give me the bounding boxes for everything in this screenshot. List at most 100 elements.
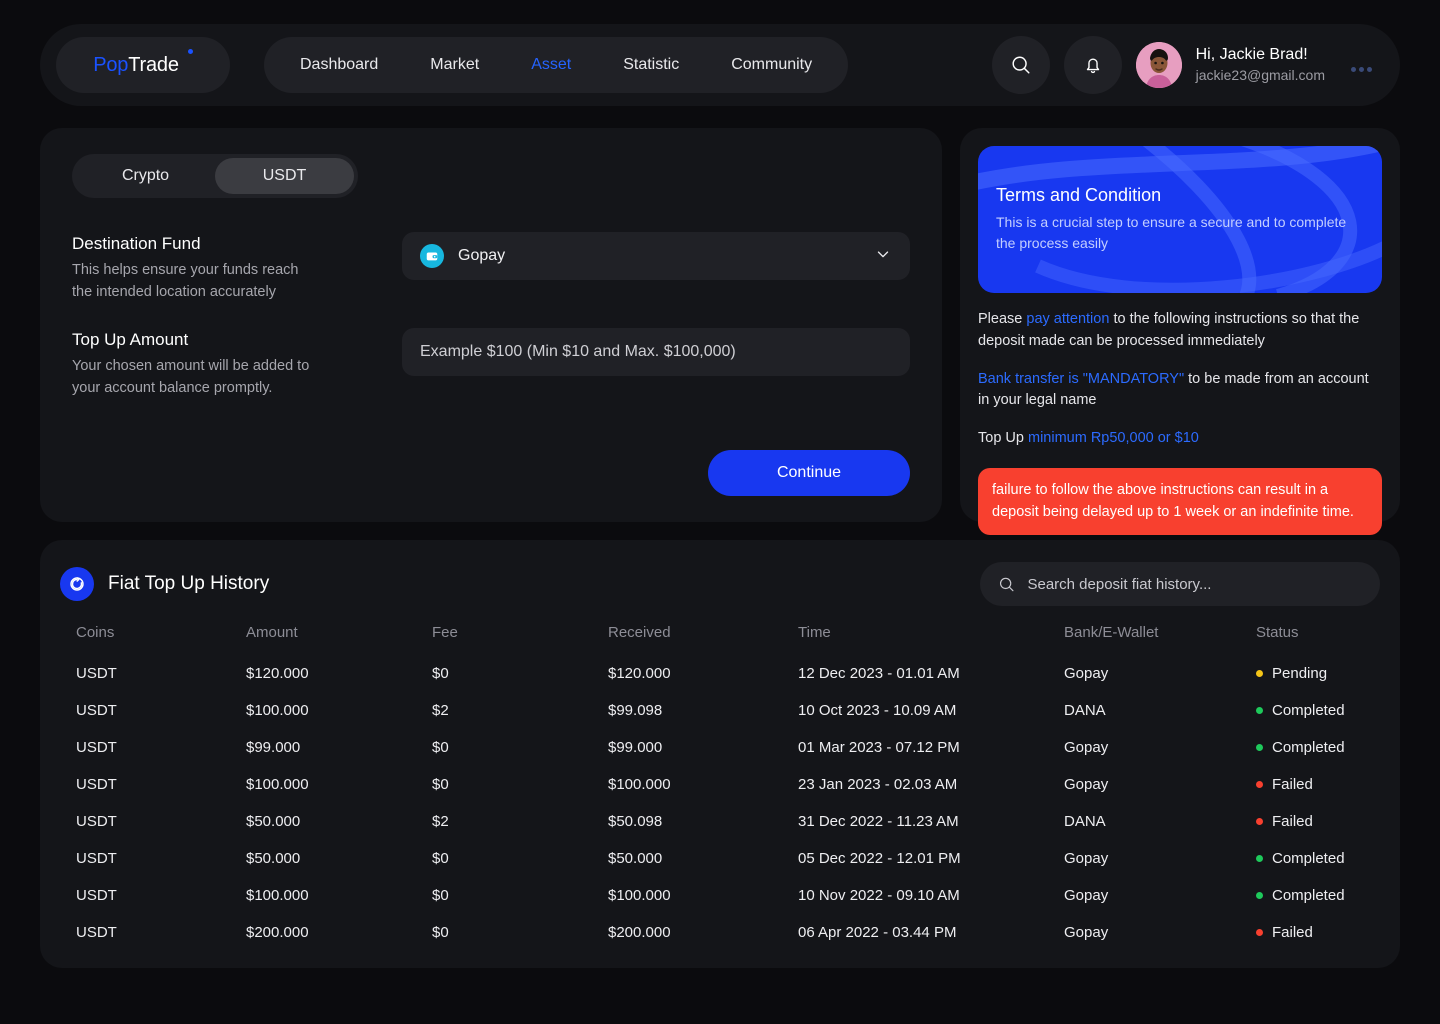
topup-amount-row: Top Up Amount Your chosen amount will be…: [72, 327, 910, 400]
destination-fund-title: Destination Fund: [72, 234, 201, 253]
cell-bank: Gopay: [1064, 850, 1109, 867]
top-navbar: PopTrade Dashboard Market Asset Statisti…: [40, 24, 1400, 106]
cell-received: $99.098: [608, 702, 663, 719]
cell-time: 05 Dec 2022 - 12.01 PM: [798, 850, 961, 867]
cell-time: 06 Apr 2022 - 03.44 PM: [798, 924, 957, 941]
refresh-glyph-icon: [70, 577, 84, 591]
status-label: Failed: [1272, 813, 1313, 830]
status-label: Pending: [1272, 665, 1328, 682]
topup-form-card: Crypto USDT Destination Fund This helps …: [40, 128, 942, 522]
status-dot-icon: [1256, 780, 1263, 788]
cell-fee: $0: [432, 665, 449, 682]
status-dot-icon: [1256, 928, 1263, 936]
topup-amount-input[interactable]: [420, 342, 892, 361]
status-label: Completed: [1272, 850, 1345, 867]
destination-fund-label-group: Destination Fund This helps ensure your …: [72, 232, 402, 304]
status-badge: Completed: [1256, 692, 1382, 729]
status-dot-icon: [1256, 743, 1263, 751]
terms-instruction-1-a: Please: [978, 311, 1027, 327]
table-row[interactable]: USDT $50.000 $2 $50.098 31 Dec 2022 - 11.23 …: [58, 803, 1382, 840]
search-button[interactable]: [991, 36, 1050, 94]
table-row[interactable]: USDT $120.000 $0 $120.000 12 Dec 2023 - 01.0…: [58, 655, 1382, 692]
status-badge: Completed: [1256, 840, 1382, 877]
cell-coin: USDT: [76, 702, 117, 719]
tab-crypto[interactable]: Crypto: [76, 158, 215, 194]
history-search-input[interactable]: [1027, 575, 1362, 593]
history-search-box[interactable]: [980, 562, 1380, 606]
cell-coin: USDT: [76, 850, 117, 867]
cell-fee: $0: [432, 776, 449, 793]
column-header-time: Time: [798, 624, 831, 641]
cell-coin: USDT: [76, 739, 117, 756]
cell-coin: USDT: [76, 887, 117, 904]
nav-item-dashboard[interactable]: Dashboard: [278, 46, 400, 84]
logo[interactable]: PopTrade: [56, 37, 230, 93]
tab-usdt[interactable]: USDT: [215, 158, 354, 194]
table-row[interactable]: USDT $100.000 $0 $100.000 10 Nov 2022 - 09.1…: [58, 877, 1382, 914]
cell-bank: Gopay: [1064, 776, 1109, 793]
nav-item-market[interactable]: Market: [408, 46, 501, 84]
destination-fund-row: Destination Fund This helps ensure your …: [72, 232, 910, 304]
terms-banner-subtitle: This is a crucial step to ensure a secur…: [996, 214, 1347, 251]
continue-button[interactable]: Continue: [708, 450, 910, 496]
warning-banner: failure to follow the above instructions…: [978, 467, 1382, 536]
more-options-icon[interactable]: [1351, 66, 1372, 72]
column-header-bank: Bank/E-Wallet: [1064, 624, 1159, 641]
table-row[interactable]: USDT $200.000 $0 $200.000 06 Apr 2022 - 03.4…: [58, 914, 1382, 951]
table-row[interactable]: USDT $99.000 $0 $99.000 01 Mar 2023 - 07.12 …: [58, 729, 1382, 766]
status-dot-icon: [1256, 817, 1263, 825]
notifications-button[interactable]: [1063, 36, 1122, 94]
logo-text-pop: Pop: [93, 53, 129, 76]
bank-transfer-mandatory-link[interactable]: Bank transfer is "MANDATORY": [978, 371, 1184, 387]
cell-coin: USDT: [76, 924, 117, 941]
status-label: Failed: [1272, 924, 1313, 941]
status-dot-icon: [1256, 854, 1263, 862]
destination-fund-select[interactable]: Gopay: [402, 232, 910, 280]
nav-item-asset[interactable]: Asset: [509, 46, 593, 84]
avatar: [1135, 42, 1182, 88]
cell-time: 10 Nov 2022 - 09.10 AM: [798, 887, 960, 904]
cell-bank: Gopay: [1064, 924, 1109, 941]
status-dot-icon: [1256, 669, 1263, 677]
column-header-amount: Amount: [246, 624, 298, 641]
cell-coin: USDT: [76, 813, 117, 830]
history-table: Coins Amount Fee Received Time Bank/E-Wa…: [58, 624, 1382, 951]
status-badge: Completed: [1256, 729, 1382, 766]
fiat-topup-history-panel: Fiat Top Up History Coins Amount Fee Rec…: [40, 540, 1400, 968]
user-profile[interactable]: Hi, Jackie Brad! jackie23@gmail.com: [1135, 42, 1378, 88]
search-icon: [1012, 56, 1030, 74]
column-header-fee: Fee: [432, 624, 458, 641]
table-row[interactable]: USDT $100.000 $2 $99.098 10 Oct 2023 - 10.09…: [58, 692, 1382, 729]
cell-fee: $0: [432, 924, 449, 941]
cell-amount: $100.000: [246, 887, 309, 904]
column-header-status: Status: [1256, 624, 1299, 641]
avatar-illustration-icon: [1135, 42, 1182, 88]
topup-amount-label-group: Top Up Amount Your chosen amount will be…: [72, 328, 402, 400]
terms-banner: Terms and Condition This is a crucial st…: [978, 146, 1382, 293]
topup-amount-control: [402, 327, 910, 400]
pay-attention-link[interactable]: pay attention: [1026, 311, 1109, 327]
cell-bank: Gopay: [1064, 739, 1109, 756]
nav-item-statistic[interactable]: Statistic: [601, 46, 701, 84]
history-table-head: Coins Amount Fee Received Time Bank/E-Wa…: [58, 624, 1382, 655]
asset-type-toggle: Crypto USDT: [72, 154, 358, 198]
cell-received: $50.098: [608, 813, 663, 830]
cell-amount: $100.000: [246, 776, 309, 793]
user-greeting: Hi, Jackie Brad!: [1195, 46, 1308, 64]
table-row[interactable]: USDT $100.000 $0 $100.000 23 Jan 2023 - 02.0…: [58, 766, 1382, 803]
table-row[interactable]: USDT $50.000 $0 $50.000 05 Dec 2022 - 12.01 …: [58, 840, 1382, 877]
destination-fund-description: This helps ensure your funds reach the i…: [72, 262, 299, 301]
minimum-topup-link[interactable]: minimum Rp50,000 or $10: [1028, 430, 1199, 446]
status-badge: Failed: [1256, 766, 1382, 803]
cell-time: 12 Dec 2023 - 01.01 AM: [798, 665, 960, 682]
status-dot-icon: [1256, 706, 1263, 714]
nav-item-community[interactable]: Community: [709, 46, 834, 84]
cell-bank: DANA: [1064, 813, 1106, 830]
status-label: Completed: [1272, 739, 1345, 756]
cell-amount: $50.000: [246, 813, 301, 830]
topup-amount-description: Your chosen amount will be added to your…: [72, 357, 310, 397]
cell-amount: $120.000: [246, 665, 309, 682]
column-header-coins: Coins: [76, 624, 115, 641]
cell-amount: $99.000: [246, 739, 301, 756]
history-refresh-icon: [60, 567, 94, 601]
